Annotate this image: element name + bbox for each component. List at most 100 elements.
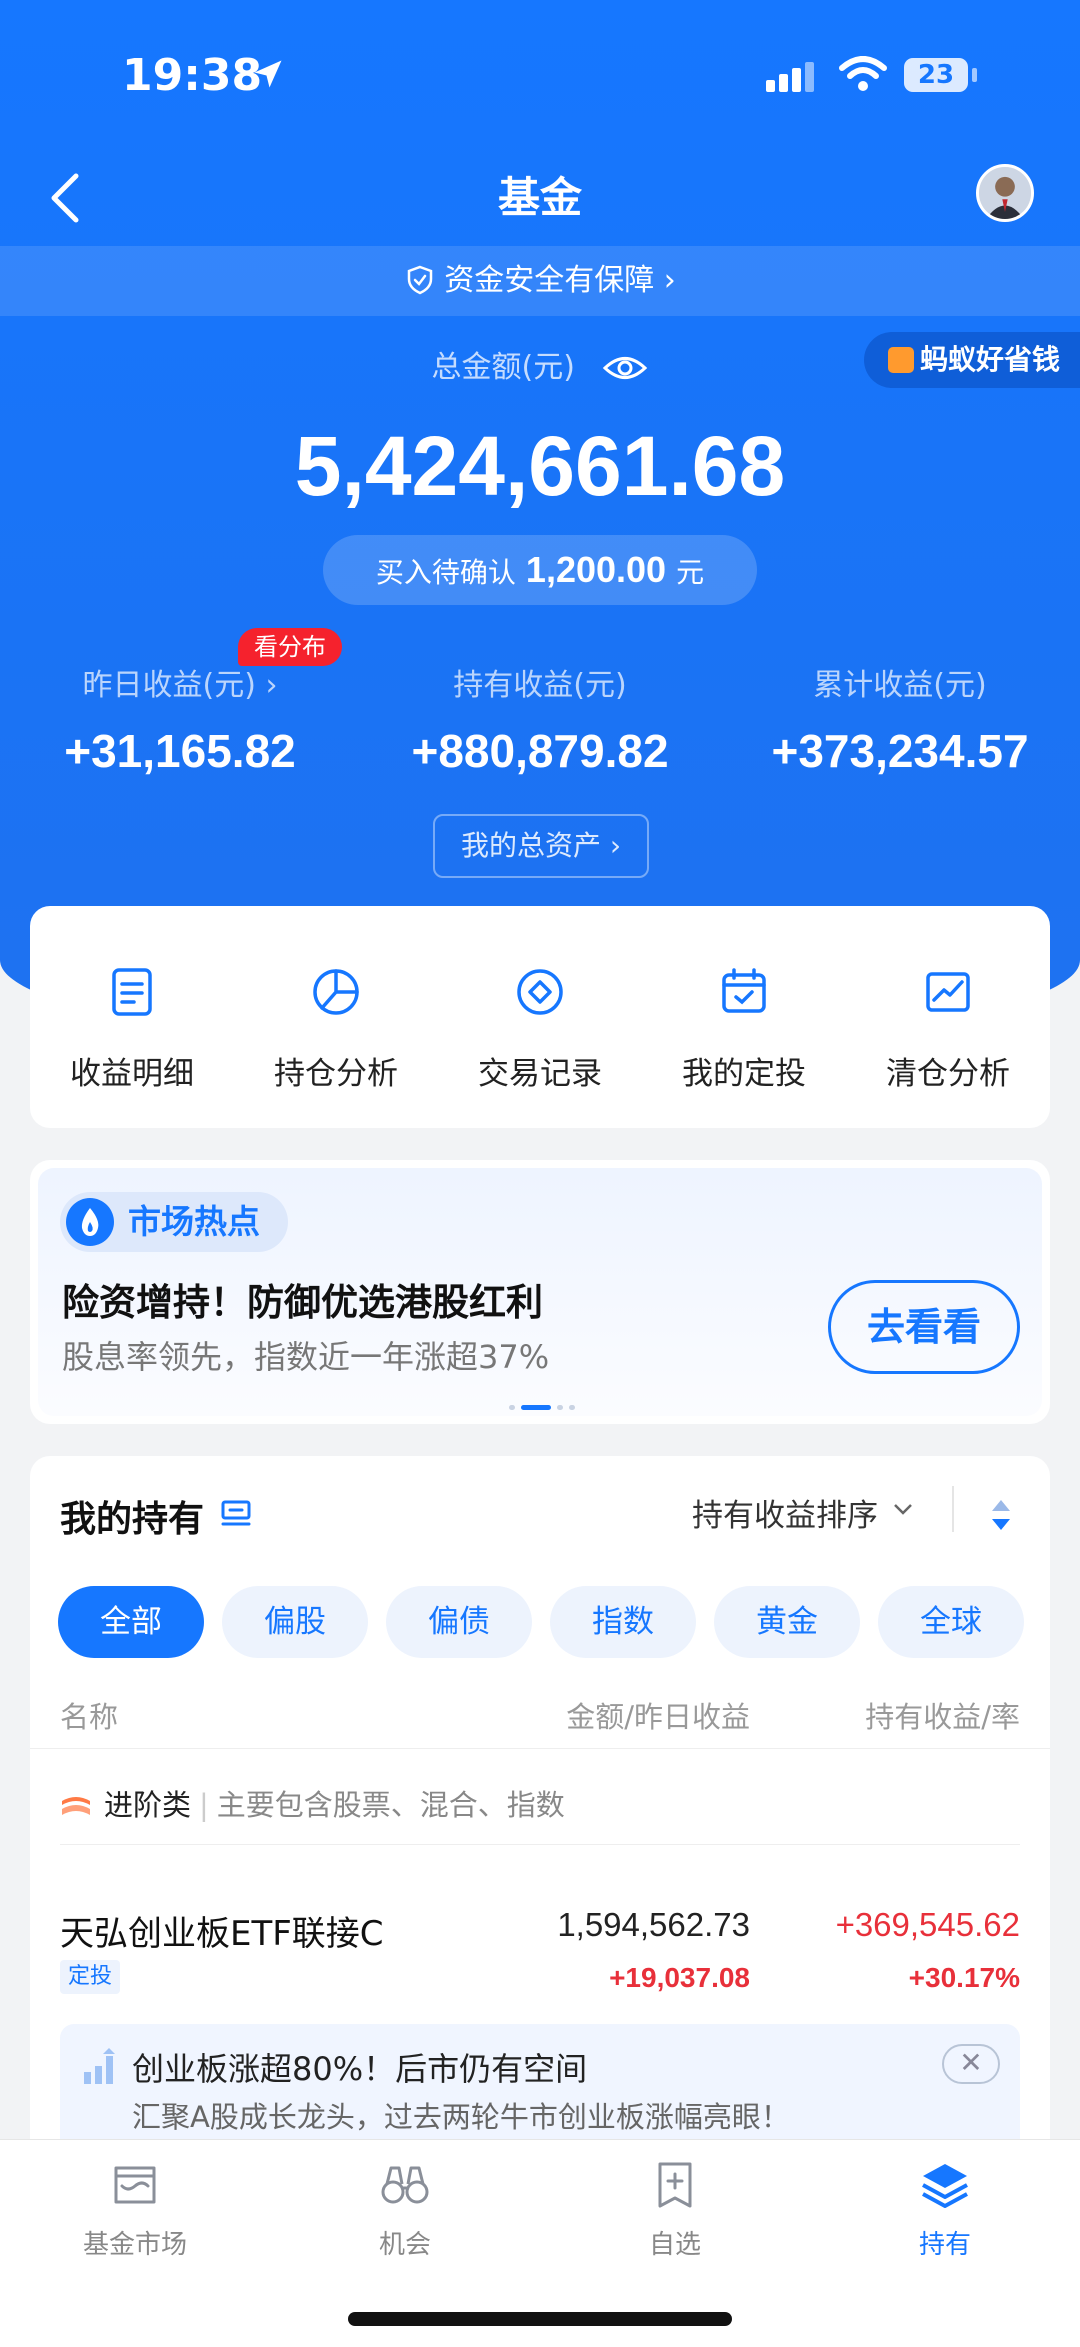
tool-label: 收益明细: [70, 1056, 194, 1092]
total-label-text: 总金额(元): [431, 350, 575, 385]
list-view-icon[interactable]: [220, 1498, 252, 1528]
storefront-icon: [114, 2166, 156, 2204]
tool-label: 清仓分析: [886, 1056, 1010, 1092]
avatar[interactable]: [976, 164, 1034, 222]
tool-my-auto-invest[interactable]: 我的定投: [642, 962, 846, 1093]
fund-hold-rate: +30.17%: [908, 1962, 1020, 1993]
category-row: 进阶类 | 主要包含股票、混合、指数: [60, 1782, 565, 1824]
fund-tip-banner[interactable]: 创业板涨超80%！后市仍有空间 汇聚A股成长龙头，过去两轮牛市创业板涨幅亮眼！ …: [60, 2024, 1020, 2156]
nav-fund-market[interactable]: 基金市场: [0, 2158, 270, 2261]
carousel-dots: [506, 1395, 578, 1414]
safety-text: 资金安全有保障 ›: [444, 263, 676, 298]
tool-label: 持仓分析: [274, 1056, 398, 1092]
nav-watchlist[interactable]: 自选: [540, 2158, 810, 2261]
category-desc: 主要包含股票、混合、指数: [216, 1788, 565, 1822]
tip-desc: 汇聚A股成长龙头，过去两轮牛市创业板涨幅亮眼！: [132, 2100, 790, 2134]
tab-equity[interactable]: 偏股: [222, 1586, 368, 1658]
pending-unit: 元: [676, 556, 705, 589]
profit-stats: 昨日收益(元) › +31,165.82 持有收益(元) +880,879.82…: [0, 660, 1080, 780]
divider: [60, 1844, 1020, 1845]
tab-index[interactable]: 指数: [550, 1586, 696, 1658]
tools-card: 收益明细 持仓分析 交易记录 我的定投 清仓分析: [30, 906, 1050, 1128]
stat-value: +373,234.57: [771, 725, 1029, 777]
flame-icon: [66, 1198, 114, 1246]
binoculars-icon: [381, 2166, 429, 2204]
go-see-button[interactable]: 去看看: [828, 1280, 1020, 1374]
document-icon: [112, 968, 152, 1016]
user-portrait-icon: [979, 167, 1031, 219]
tool-trade-records[interactable]: 交易记录: [438, 962, 642, 1093]
line-chart-icon: [926, 972, 970, 1012]
nav-label: 持有: [918, 2230, 971, 2260]
pending-amount: 1,200.00: [525, 549, 667, 590]
stat-label: 昨日收益(元) ›: [82, 668, 278, 703]
stat-value: +880,879.82: [411, 725, 669, 777]
sort-order-icon[interactable]: [990, 1498, 1012, 1532]
stat-cumulative: 累计收益(元) +373,234.57: [720, 660, 1080, 778]
stat-value: +31,165.82: [64, 725, 296, 777]
sort-selector[interactable]: 持有收益排序: [692, 1490, 878, 1535]
tool-label: 交易记录: [478, 1056, 602, 1092]
safety-banner[interactable]: 资金安全有保障 ›: [0, 246, 1080, 316]
cellular-signal-icon: [766, 62, 818, 92]
market-pill-text: 市场热点: [128, 1202, 260, 1241]
nav-label: 自选: [648, 2230, 701, 2260]
battery-icon: 23: [904, 58, 968, 92]
tool-clearance-analysis[interactable]: 清仓分析: [846, 962, 1050, 1093]
filter-tabs: 全部 偏股 偏债 指数 黄金 全球: [58, 1586, 1028, 1658]
fund-day-profit: +19,037.08: [609, 1962, 750, 1993]
holdings-title: 我的持有: [60, 1499, 205, 1540]
col-amount: 金额/昨日收益: [566, 1700, 750, 1734]
status-time: 19:38: [122, 50, 263, 101]
wifi-icon: [839, 56, 887, 91]
market-headline: 险资增持！防御优选港股红利: [62, 1281, 543, 1324]
nav-holdings[interactable]: 持有: [810, 2158, 1080, 2261]
auto-invest-badge: 定投: [60, 1960, 121, 1994]
divider: [952, 1486, 954, 1532]
pending-label: 买入待确认: [375, 556, 516, 589]
bookmark-add-icon: [658, 2162, 692, 2208]
tab-all[interactable]: 全部: [58, 1586, 204, 1658]
header-background: [0, 0, 1080, 1050]
category-name: 进阶类: [104, 1788, 192, 1822]
fund-amount: 1,594,562.73: [557, 1906, 750, 1943]
tab-gold[interactable]: 黄金: [714, 1586, 860, 1658]
tab-global[interactable]: 全球: [878, 1586, 1024, 1658]
nav-label: 基金市场: [82, 2230, 187, 2260]
fund-name: 天弘创业板ETF联接C: [60, 1914, 384, 1954]
pie-chart-icon: [313, 969, 359, 1015]
col-name: 名称: [60, 1700, 119, 1734]
total-label: 总金额(元): [0, 342, 1080, 386]
stack-icon: [62, 1797, 90, 1815]
shield-icon: [407, 265, 433, 295]
nav-label: 机会: [378, 2230, 431, 2260]
location-arrow-icon: [254, 60, 282, 88]
diamond-icon: [517, 969, 563, 1015]
tab-bond[interactable]: 偏债: [386, 1586, 532, 1658]
stat-yesterday[interactable]: 昨日收益(元) › +31,165.82: [0, 660, 360, 778]
market-subline: 股息率领先，指数近一年涨超37%: [62, 1338, 550, 1376]
market-hot-pill: 市场热点: [60, 1192, 288, 1252]
market-hot-card[interactable]: 市场热点 险资增持！防御优选港股红利 股息率领先，指数近一年涨超37% 去看看: [30, 1160, 1050, 1424]
stat-label: 持有收益(元): [453, 668, 627, 703]
stat-label: 累计收益(元): [813, 668, 987, 703]
nav-bar: 基金: [0, 160, 1080, 240]
stat-holding: 持有收益(元) +880,879.82: [360, 660, 720, 778]
chevron-down-icon: [894, 1504, 912, 1515]
status-bar: 19:38 23: [0, 50, 1080, 110]
my-total-assets-button[interactable]: 我的总资产 ›: [433, 814, 649, 878]
nav-opportunity[interactable]: 机会: [270, 2158, 540, 2261]
divider: [30, 1748, 1050, 1749]
tool-position-analysis[interactable]: 持仓分析: [234, 962, 438, 1093]
home-indicator: [348, 2312, 732, 2326]
close-button[interactable]: ✕: [942, 2044, 1000, 2084]
pending-confirm-pill[interactable]: 买入待确认 1,200.00 元: [323, 535, 757, 605]
holdings-card: 我的持有 持有收益排序 全部 偏股 偏债 指数 黄金 全球 名称 金额/昨日收益…: [30, 1456, 1050, 2156]
battery-tip: [972, 68, 977, 82]
tool-label: 我的定投: [682, 1056, 806, 1092]
total-amount: 5,424,661.68: [294, 419, 786, 513]
tool-profit-detail[interactable]: 收益明细: [30, 962, 234, 1093]
calendar-check-icon: [722, 968, 766, 1013]
eye-icon[interactable]: [602, 353, 648, 383]
tip-title: 创业板涨超80%！后市仍有空间: [132, 2050, 588, 2088]
